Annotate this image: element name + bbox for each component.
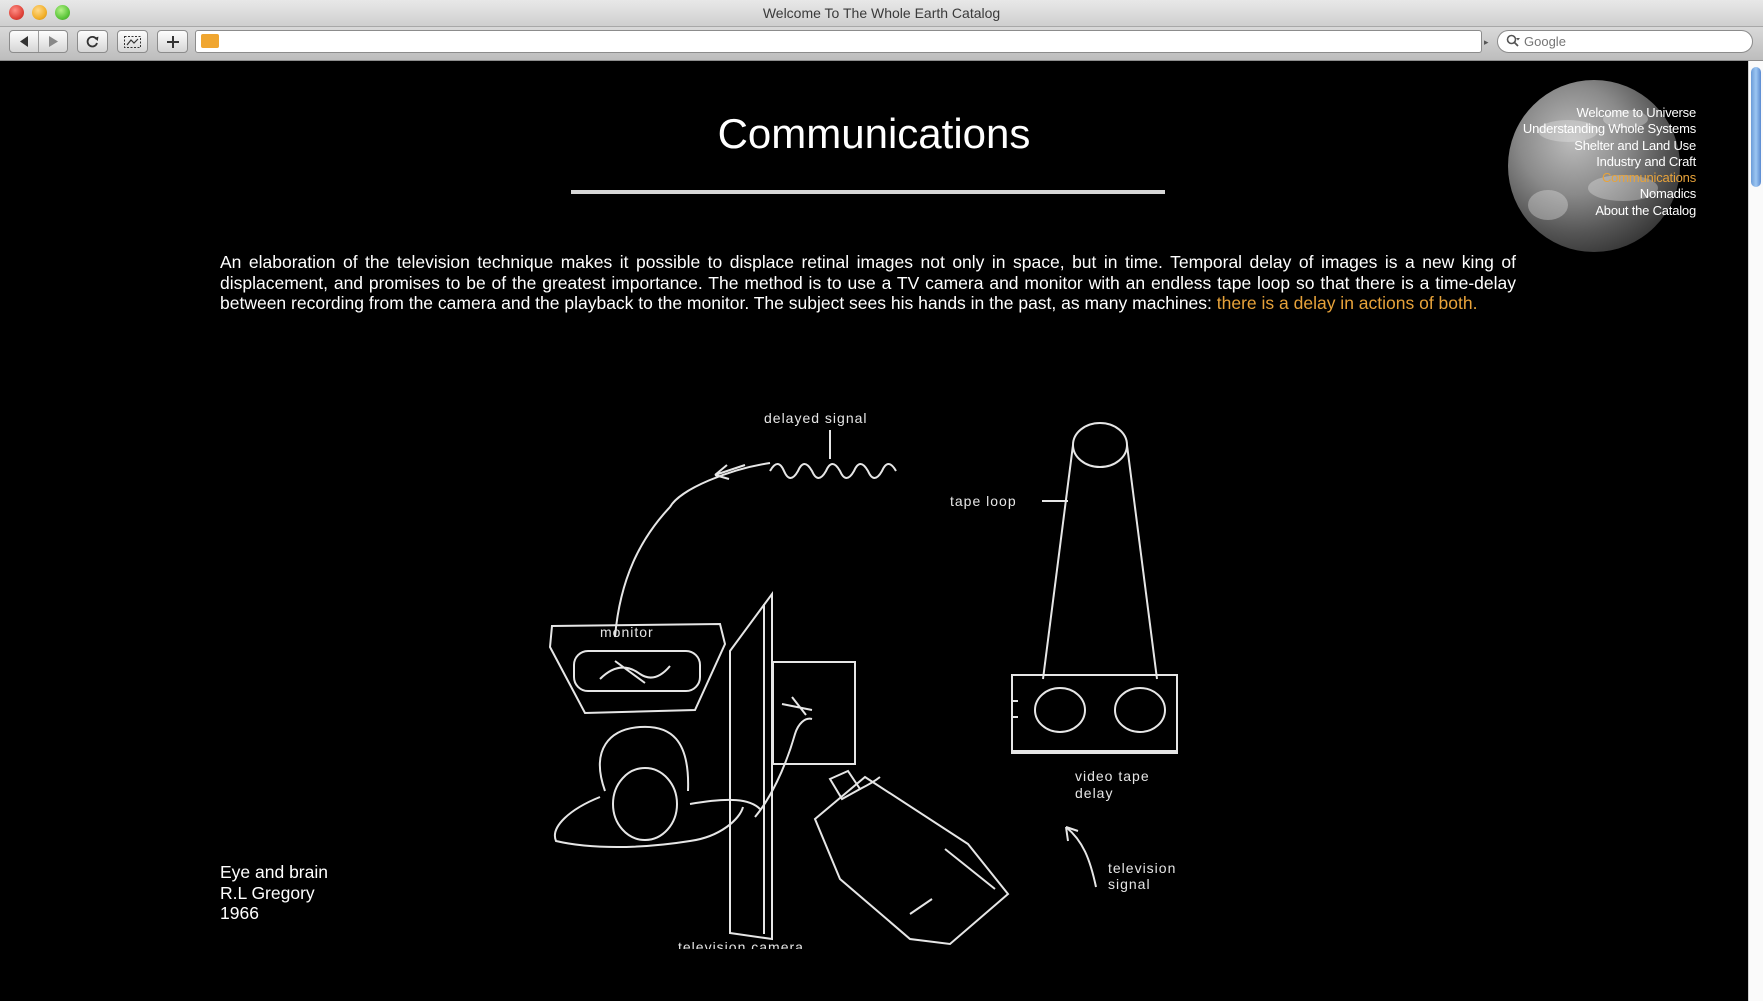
window-titlebar: Welcome To The Whole Earth Catalog (0, 0, 1763, 27)
television-camera-label: television camera (678, 939, 804, 949)
tape-loop-machine (1011, 422, 1178, 754)
body-paragraph: An elaboration of the television techniq… (220, 252, 1516, 314)
search-input[interactable] (1524, 34, 1744, 49)
tape-delay-illustration: delayed signal tape loop video tape dela… (548, 410, 1178, 949)
browser-toolbar: ▸ (0, 27, 1763, 61)
video-tape-label: video tape (1075, 768, 1150, 784)
nav-item-industry-and-craft[interactable]: Industry and Craft (1523, 154, 1696, 170)
television-signal-arrow (1065, 826, 1097, 888)
caption-year: 1966 (220, 903, 259, 923)
nav-item-welcome-to-universe[interactable]: Welcome to Universe (1523, 105, 1696, 121)
search-field[interactable] (1497, 30, 1753, 53)
plus-icon (166, 35, 179, 48)
forward-arrow-icon (48, 36, 58, 47)
vertical-scrollbar[interactable] (1748, 61, 1763, 1001)
window-title: Welcome To The Whole Earth Catalog (762, 5, 1001, 21)
caption-author: R.L Gregory (220, 882, 315, 903)
add-bookmark-button[interactable] (157, 30, 188, 53)
television-label: television (1108, 860, 1176, 876)
television-camera-drawing (813, 769, 1010, 946)
address-bar[interactable] (195, 30, 1482, 53)
delay-label: delay (1075, 785, 1113, 801)
nav-item-about-the-catalog[interactable]: About the Catalog (1523, 203, 1696, 219)
webclip-button[interactable] (117, 30, 148, 53)
scrollbar-thumb[interactable] (1751, 67, 1761, 187)
back-button[interactable] (10, 31, 38, 52)
signal-label: signal (1108, 876, 1151, 892)
paragraph-highlight: there is a delay in actions of both. (1216, 293, 1478, 313)
webclip-icon (124, 35, 141, 48)
nav-item-communications[interactable]: Communications (1523, 170, 1696, 186)
section-nav: Welcome to Universe Understanding Whole … (1523, 105, 1696, 219)
monitor-label: monitor (600, 624, 654, 640)
caption-title: Eye and brain (220, 862, 328, 882)
reload-icon (86, 35, 99, 48)
search-icon[interactable] (1506, 34, 1520, 48)
back-forward-group (9, 30, 68, 53)
forward-button[interactable] (38, 31, 67, 52)
address-bar-dropdown-icon[interactable]: ▸ (1484, 37, 1489, 48)
page-content: Communications Welcome to Universe Under… (0, 61, 1748, 1001)
back-arrow-icon (19, 36, 28, 47)
nav-item-nomadics[interactable]: Nomadics (1523, 186, 1696, 202)
page-title: Communications (717, 110, 1031, 157)
image-caption: Eye and brain R.L Gregory 1966 (220, 862, 328, 924)
partition-screen (729, 590, 856, 941)
folder-icon (201, 34, 219, 48)
reload-button[interactable] (77, 30, 108, 53)
title-divider (571, 190, 1165, 194)
nav-item-shelter-and-land-use[interactable]: Shelter and Land Use (1523, 138, 1696, 154)
delayed-signal-coil (614, 430, 897, 638)
tape-loop-label: tape loop (950, 493, 1017, 509)
delayed-signal-label: delayed signal (764, 410, 868, 426)
nav-item-understanding-whole-systems[interactable]: Understanding Whole Systems (1523, 121, 1696, 137)
